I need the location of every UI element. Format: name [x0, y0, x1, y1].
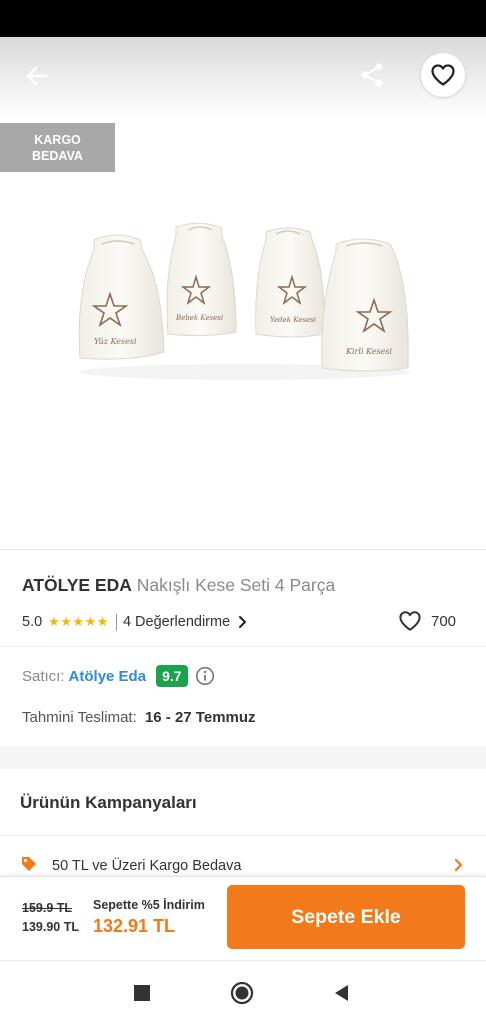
back-button[interactable]	[20, 59, 54, 93]
reviews-count: 4 Değerlendirme	[122, 614, 231, 630]
bag-4-text: Kirli Kesesi	[345, 347, 392, 356]
badge-line-1: KARGO	[34, 132, 81, 147]
delivery-value: 16 - 27 Temmuz	[144, 709, 256, 726]
cart-price: 132.91 TL	[93, 916, 176, 936]
product-photo: Yüz Kesesi Bebek Kesesi Yedek Kesesi Kir…	[78, 222, 410, 380]
seller-row: Satıcı: Atölye Eda 9.7	[22, 665, 215, 687]
heart-outline-icon	[431, 64, 455, 86]
price: 139.90 TL	[22, 920, 79, 934]
product-title: ATÖLYE EDA Nakışlı Kese Seti 4 Parça	[22, 575, 335, 596]
share-icon	[361, 63, 383, 87]
circle-icon	[230, 981, 254, 1005]
add-to-cart-button[interactable]: Sepete Ekle	[227, 885, 465, 949]
brand-name[interactable]: ATÖLYE EDA	[22, 575, 132, 595]
campaign-item[interactable]: 50 TL ve Üzeri Kargo Bedava	[0, 835, 486, 879]
bag-3-text: Yedek Kesesi	[270, 316, 316, 324]
product-image-gallery[interactable]: KARGO BEDAVA Yüz Kesesi Bebek Kesesi Yed…	[0, 37, 486, 549]
status-bar	[0, 0, 486, 37]
campaign-text: 50 TL ve Üzeri Kargo Bedava	[52, 858, 242, 874]
triangle-back-icon	[335, 985, 348, 1001]
seller-score-badge: 9.7	[156, 665, 188, 687]
arrow-left-icon	[26, 66, 48, 86]
product-name: Nakışlı Kese Seti 4 Parça	[136, 575, 336, 595]
bag-2: Bebek Kesesi	[166, 222, 237, 337]
seller-label: Satıcı:	[22, 667, 65, 685]
campaign-section: Ürünün Kampanyaları 50 TL ve Üzeri Kargo…	[0, 769, 486, 879]
share-button[interactable]	[354, 57, 390, 93]
heart-outline-icon	[399, 611, 421, 631]
product-info-card: ATÖLYE EDA Nakışlı Kese Seti 4 Parça 5.0…	[0, 549, 486, 746]
back-nav-button[interactable]	[330, 981, 354, 1005]
badge-line-2: BEDAVA	[32, 148, 83, 163]
tag-icon	[22, 857, 36, 871]
divider	[0, 646, 486, 647]
recents-button[interactable]	[130, 981, 154, 1005]
home-button[interactable]	[230, 981, 254, 1005]
seller-name-link[interactable]: Atölye Eda	[69, 668, 147, 685]
bag-1-text: Yüz Kesesi	[94, 337, 137, 346]
discount-label: Sepette %5 İndirim	[93, 898, 205, 912]
rating-separator	[115, 613, 117, 631]
bag-3: Yedek Kesesi	[255, 227, 325, 338]
rating-score: 5.0	[22, 614, 43, 630]
favorite-button[interactable]	[421, 53, 465, 97]
info-icon[interactable]	[195, 666, 215, 686]
chevron-right-icon	[239, 616, 247, 628]
section-gap	[0, 746, 486, 769]
square-icon	[134, 985, 150, 1001]
favorite-count: 700	[431, 612, 457, 630]
bag-1: Yüz Kesesi	[78, 234, 165, 360]
bag-4: Kirli Kesesi	[321, 238, 409, 372]
header-gradient	[0, 37, 486, 117]
campaign-title: Ürünün Kampanyaları	[20, 793, 197, 812]
free-shipping-badge: KARGO BEDAVA	[0, 123, 115, 172]
system-navigation-bar	[0, 960, 486, 1024]
bottom-purchase-bar: 159.9 TL 139.90 TL Sepette %5 İndirim 13…	[0, 876, 486, 960]
favorite-count-button[interactable]: 700	[398, 610, 456, 632]
reviews-link[interactable]: 4 Değerlendirme	[123, 614, 249, 630]
chevron-right-icon	[454, 858, 463, 872]
delivery-row: Tahmini Teslimat: 16 - 27 Temmuz	[22, 709, 256, 726]
old-price: 159.9 TL	[22, 901, 73, 915]
rating-row: 5.0 ★★★★★ 4 Değerlendirme	[22, 612, 249, 632]
star-rating-icon: ★★★★★	[48, 614, 109, 629]
delivery-label: Tahmini Teslimat:	[22, 709, 137, 726]
bag-2-text: Bebek Kesesi	[175, 314, 223, 322]
